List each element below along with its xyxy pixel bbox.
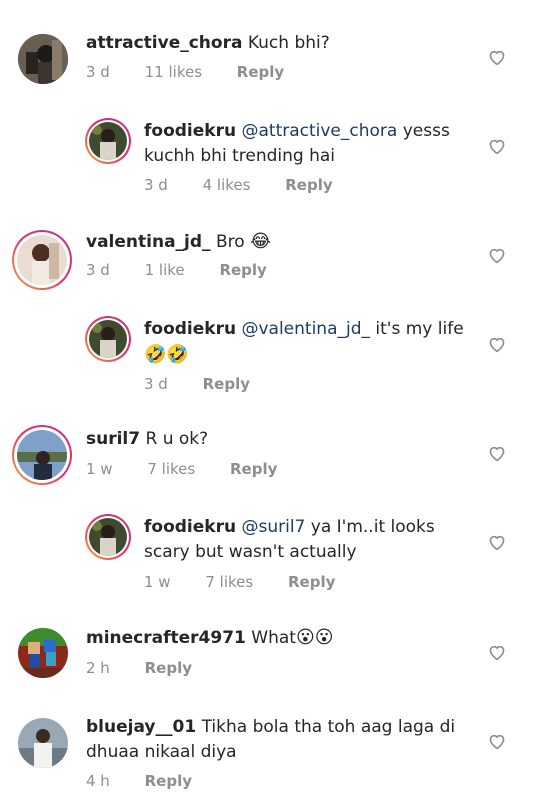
likes-count[interactable]: 4 likes (203, 176, 251, 194)
heart-outline-icon[interactable] (487, 48, 507, 66)
timestamp: 3 d (86, 63, 110, 81)
timestamp: 1 w (86, 460, 113, 478)
likes-count[interactable]: 7 likes (205, 573, 253, 591)
reply-button[interactable]: Reply (230, 460, 277, 478)
avatar[interactable] (18, 718, 68, 768)
username[interactable]: valentina_jd_ (86, 232, 211, 252)
reply-button[interactable]: Reply (237, 63, 284, 81)
reply-button[interactable]: Reply (145, 659, 192, 677)
heart-outline-icon[interactable] (487, 643, 507, 661)
reply-button[interactable]: Reply (219, 261, 266, 279)
heart-outline-icon[interactable] (487, 732, 507, 750)
avatar[interactable] (85, 514, 131, 560)
heart-outline-icon[interactable] (487, 246, 507, 264)
emoji: 😮😮 (295, 627, 334, 648)
comment-text: foodiekru @suril7 ya I'm..it looks scary… (144, 517, 435, 562)
mention-link[interactable]: @attractive_chora (241, 121, 397, 141)
mention-link[interactable]: @suril7 (241, 517, 305, 537)
heart-outline-icon[interactable] (487, 533, 507, 551)
comment-text: minecrafter4971 What😮😮 (86, 627, 334, 648)
comment-text: suril7 R u ok? (86, 429, 209, 449)
comment-meta: 4 h Reply (86, 772, 222, 790)
comment-text: foodiekru @valentina_jd_ it's my life 🤣🤣 (144, 319, 464, 365)
avatar[interactable] (85, 118, 131, 164)
comment-meta: 1 w 7 likes Reply (86, 460, 307, 478)
timestamp: 1 w (144, 573, 171, 591)
username[interactable]: foodiekru (144, 517, 236, 537)
heart-outline-icon[interactable] (487, 137, 507, 155)
timestamp: 3 d (144, 375, 168, 393)
timestamp: 3 d (86, 261, 110, 279)
timestamp: 2 h (86, 659, 110, 677)
avatar[interactable] (18, 628, 68, 678)
username[interactable]: suril7 (86, 429, 140, 449)
reply-button[interactable]: Reply (288, 573, 335, 591)
reply-button[interactable]: Reply (145, 772, 192, 790)
avatar[interactable] (12, 425, 72, 485)
reply-button[interactable]: Reply (203, 375, 250, 393)
timestamp: 3 d (144, 176, 168, 194)
comment-meta: 3 d 11 likes Reply (86, 63, 314, 81)
heart-outline-icon[interactable] (487, 335, 507, 353)
comment-meta: 1 w 7 likes Reply (144, 573, 365, 591)
comment-meta: 3 d 1 like Reply (86, 261, 297, 279)
username[interactable]: bluejay__01 (86, 717, 196, 737)
avatar[interactable] (18, 34, 68, 84)
emoji: 🤣🤣 (144, 344, 189, 365)
comment-meta: 3 d Reply (144, 375, 280, 393)
mention-link[interactable]: @valentina_jd_ (241, 319, 370, 339)
likes-count[interactable]: 1 like (145, 261, 185, 279)
reply-button[interactable]: Reply (285, 176, 332, 194)
likes-count[interactable]: 11 likes (145, 63, 202, 81)
username[interactable]: attractive_chora (86, 33, 242, 53)
likes-count[interactable]: 7 likes (147, 460, 195, 478)
emoji: 😂 (250, 231, 272, 252)
comment-meta: 3 d 4 likes Reply (144, 176, 363, 194)
comment-text: attractive_chora Kuch bhi? (86, 33, 330, 53)
comment-text: bluejay__01 Tikha bola tha toh aag laga … (86, 717, 456, 762)
heart-outline-icon[interactable] (487, 444, 507, 462)
comment-text: valentina_jd_ Bro 😂 (86, 231, 272, 252)
comment-meta: 2 h Reply (86, 659, 222, 677)
username[interactable]: foodiekru (144, 319, 236, 339)
timestamp: 4 h (86, 772, 110, 790)
avatar[interactable] (85, 316, 131, 362)
username[interactable]: minecrafter4971 (86, 628, 246, 648)
avatar[interactable] (12, 230, 72, 290)
comment-text: foodiekru @attractive_chora yesss kuchh … (144, 121, 450, 166)
username[interactable]: foodiekru (144, 121, 236, 141)
